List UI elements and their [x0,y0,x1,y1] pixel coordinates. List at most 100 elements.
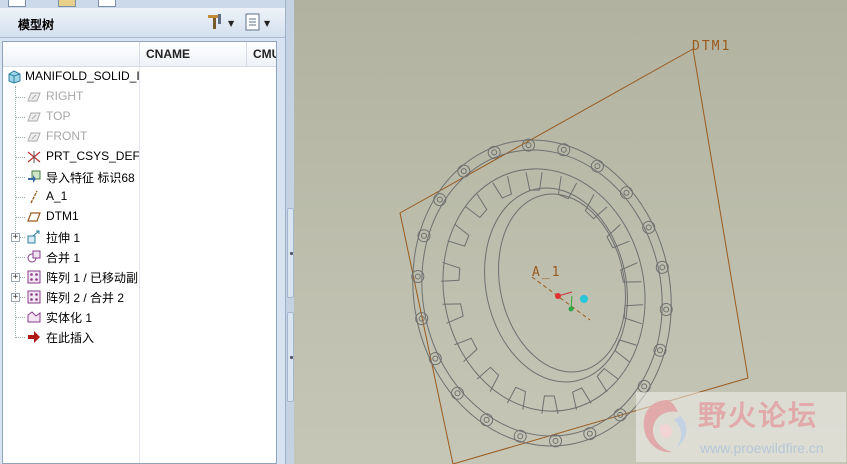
tree-settings-button[interactable]: ▼ [205,13,237,33]
grip-icon [290,356,293,359]
datum-plane-icon [27,110,41,124]
tree-item-solidify[interactable]: 实体化 1 [3,307,139,327]
pattern-icon [27,270,41,284]
chevron-down-icon: ▼ [228,18,235,28]
expand-toggle[interactable]: + [11,233,20,242]
tree-item-csys[interactable]: PRT_CSYS_DEF [3,147,139,167]
datum-plane-icon [27,90,41,104]
tread-lug-center [414,273,421,280]
tree-item-axis[interactable]: A_1 [3,187,139,207]
tree-item-pattern-1[interactable]: + 阵列 1 / 已移动副 [3,267,139,287]
watermark-url: www.proewildfire.cn [700,440,824,456]
tread-lug [487,145,501,159]
tread-lug-center [460,168,467,175]
tread-lug-center [491,149,498,156]
tree-root-label: MANIFOLD_SOLID_I [25,69,139,83]
tread-lug-center [552,437,559,444]
column-header-cname[interactable]: CNAME [139,42,246,67]
tree-item-label: 导入特征 标识68 [46,171,135,185]
tree-item-label: A_1 [46,189,68,203]
coordinate-system-triad [555,291,588,312]
tree-item-import-feature[interactable]: 导入特征 标识68 [3,167,139,187]
datum-axis-label: A_1 [532,265,561,280]
grip-icon [290,252,293,255]
tread-lug-center [454,390,461,397]
tread-lug-center [432,355,439,362]
tread-lug-center [586,430,593,437]
tree-connector [15,257,25,258]
tread-lug-center [525,142,532,149]
column-divider [139,67,140,463]
inner-tooth [596,367,619,393]
model-tree: CNAME CMU MANIFOLD_SOLID_I RIGHT [2,41,277,464]
tree-connector [15,117,25,118]
inner-tooth [476,366,500,392]
tree-item-insert-here[interactable]: 在此插入 [3,327,139,347]
panel-header: 模型树 ▼ ▼ [0,8,285,38]
tree-item-label: FRONT [46,129,88,143]
tree-root[interactable]: MANIFOLD_SOLID_I [3,67,139,87]
tree-connector [20,237,25,238]
tread-lug [583,427,597,441]
tree-item-top[interactable]: TOP [3,107,139,127]
part-icon [7,70,21,84]
expand-toggle[interactable]: + [11,273,20,282]
merge-icon [27,250,41,264]
tree-item-label: 合并 1 [46,251,81,265]
tread-lug-center [657,347,663,354]
tab-folder[interactable] [58,0,76,7]
datum-axis-icon [27,190,41,204]
tread-lug-center [483,416,490,423]
tree-item-label: TOP [46,109,71,123]
tab-favorites[interactable] [98,0,116,7]
tree-item-right[interactable]: RIGHT [3,87,139,107]
column-header-cmu[interactable]: CMU [246,42,276,67]
inner-tooth [614,339,637,363]
tree-item-label: 阵列 2 / 合并 2 [46,291,125,305]
tree-item-label: DTM1 [46,209,79,223]
pattern-icon [27,290,41,304]
graphics-area[interactable]: DTM1 A_1 野火论坛 www.proewildfire.cn [294,0,847,464]
tree-connector [15,157,25,158]
inner-tooth [572,387,592,410]
tree-item-label: RIGHT [46,89,84,103]
tab-model-tree[interactable] [8,0,26,7]
collapse-handle[interactable] [287,312,294,402]
panel-tabs [0,0,285,8]
tread-lug [457,164,471,178]
tread-lug-center [594,163,601,170]
expand-toggle[interactable]: + [11,293,20,302]
insert-here-arrow-icon [27,330,41,344]
tread-lug-center [663,306,670,313]
tread-lug-center [421,232,427,239]
solidify-icon [27,310,41,324]
datum-plane-label: DTM1 [692,39,731,54]
show-options-button[interactable]: ▼ [245,13,277,33]
tree-item-merge[interactable]: 合并 1 [3,247,139,267]
tread-lug [557,143,571,157]
column-header: CNAME CMU [3,42,276,67]
tree-item-label: 实体化 1 [46,311,93,325]
tree-connector [15,197,25,198]
tree-item-front[interactable]: FRONT [3,127,139,147]
watermark-title: 野火论坛 [698,399,819,432]
tread-lug [637,379,651,393]
collapse-handle[interactable] [287,208,294,298]
panel-splitter[interactable] [285,0,294,464]
tree-item-dtm1[interactable]: DTM1 [3,207,139,227]
tree-item-extrude[interactable]: + 拉伸 1 [3,227,139,247]
tree-item-label: 拉伸 1 [46,231,81,245]
panel-title: 模型树 [18,18,55,32]
column-header-tree[interactable] [3,42,139,67]
tree-item-pattern-2[interactable]: + 阵列 2 / 合并 2 [3,287,139,307]
tree-connector [15,137,25,138]
tread-lug-center [645,224,652,231]
tree-connector [15,97,25,98]
forum-logo-icon [643,400,687,453]
tread-lug [513,429,527,443]
tree-connector [15,337,25,338]
tree-item-label: 阵列 1 / 已移动副 [46,271,139,285]
tread-lug [620,186,633,200]
tree-connector [15,177,25,178]
inner-tooth [525,172,543,191]
